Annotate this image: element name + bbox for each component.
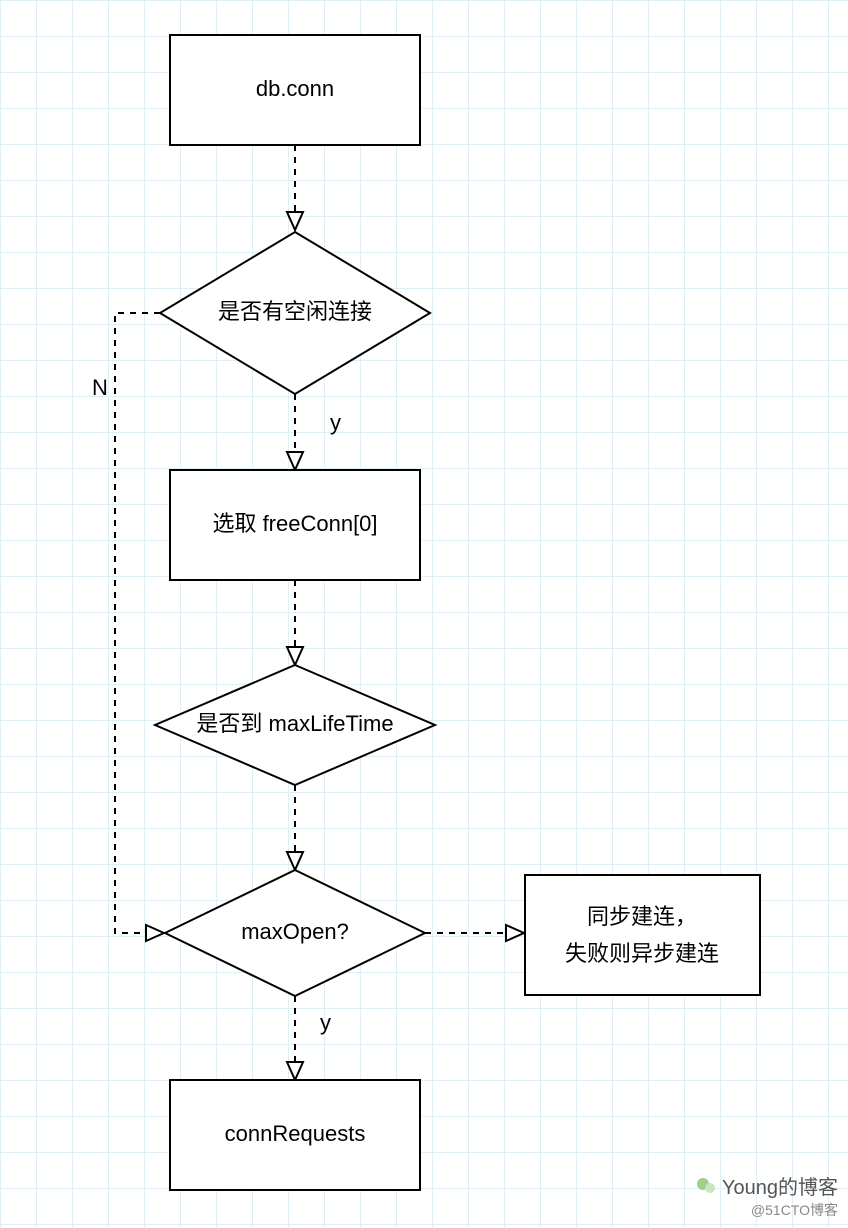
watermark-sub: @51CTO博客 xyxy=(694,1200,838,1220)
edge-maxopen-connreq: y xyxy=(287,996,331,1080)
edge-start-hasidle xyxy=(287,145,303,230)
node-pick: 选取 freeConn[0] xyxy=(170,470,420,580)
edge-maxopen-connreq-label: y xyxy=(320,1010,331,1035)
node-maxopen-label: maxOpen? xyxy=(241,919,349,944)
edge-pick-lifetime xyxy=(287,580,303,665)
node-start-label: db.conn xyxy=(256,76,334,101)
wechat-icon xyxy=(694,1174,718,1198)
node-sync-label-2: 失败则异步建连 xyxy=(565,941,719,966)
watermark: Young的博客 @51CTO博客 xyxy=(694,1171,838,1220)
edge-hasidle-pick: y xyxy=(287,394,341,470)
edge-hasidle-maxopen: N xyxy=(92,313,164,941)
node-lifetime-label: 是否到 maxLifeTime xyxy=(196,711,393,736)
node-hasidle-label: 是否有空闲连接 xyxy=(218,299,372,324)
edge-hasidle-maxopen-label: N xyxy=(92,375,108,400)
node-connreq-label: connRequests xyxy=(225,1121,366,1146)
node-hasidle: 是否有空闲连接 xyxy=(160,232,430,394)
node-connreq: connRequests xyxy=(170,1080,420,1190)
watermark-title: Young的博客 xyxy=(722,1171,838,1200)
node-maxopen: maxOpen? xyxy=(165,870,425,996)
node-sync-label-1: 同步建连， xyxy=(587,904,697,929)
flowchart-svg: db.conn 是否有空闲连接 y N 选取 freeConn[0] 是否到 m… xyxy=(0,0,848,1228)
node-start: db.conn xyxy=(170,35,420,145)
edge-lifetime-maxopen xyxy=(287,785,303,870)
node-lifetime: 是否到 maxLifeTime xyxy=(155,665,435,785)
edge-hasidle-pick-label: y xyxy=(330,410,341,435)
node-sync: 同步建连， 失败则异步建连 xyxy=(525,875,760,995)
node-pick-label: 选取 freeConn[0] xyxy=(212,511,377,536)
edge-maxopen-sync xyxy=(425,925,524,941)
